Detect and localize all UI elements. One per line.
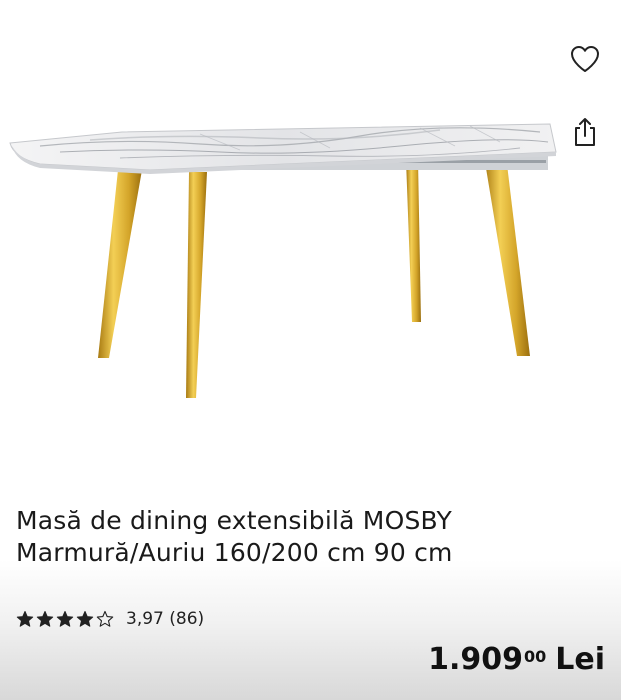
rating-text: 3,97 (86): [126, 609, 205, 629]
heart-icon: [571, 46, 599, 72]
table-leg-back-right: [406, 160, 421, 322]
product-title-line-1: Masă de dining extensibilă MOSBY: [16, 506, 452, 535]
product-title[interactable]: Masă de dining extensibilă MOSBY Marmură…: [16, 505, 606, 569]
table-leg-front-left: [98, 170, 142, 358]
price-decimals: 00: [523, 647, 547, 666]
rating-stars: [16, 610, 114, 628]
star-empty-icon: [96, 610, 114, 627]
share-button[interactable]: [568, 115, 602, 149]
star-filled-icon: [16, 611, 34, 627]
price-currency: Lei: [555, 642, 605, 677]
table-leg-front-right: [484, 156, 530, 356]
price: 1.909 00 Lei: [428, 640, 605, 680]
star-filled-icon: [36, 611, 54, 627]
product-title-line-2: Marmură/Auriu 160/200 cm 90 cm: [16, 538, 453, 567]
share-icon: [575, 118, 595, 146]
star-filled-icon: [76, 611, 94, 627]
wishlist-button[interactable]: [568, 42, 602, 76]
table-leg-back-left: [186, 172, 207, 398]
star-filled-icon: [56, 611, 74, 627]
rating[interactable]: 3,97 (86): [16, 606, 204, 632]
price-integer: 1.909: [428, 642, 523, 677]
product-image[interactable]: [0, 0, 621, 470]
